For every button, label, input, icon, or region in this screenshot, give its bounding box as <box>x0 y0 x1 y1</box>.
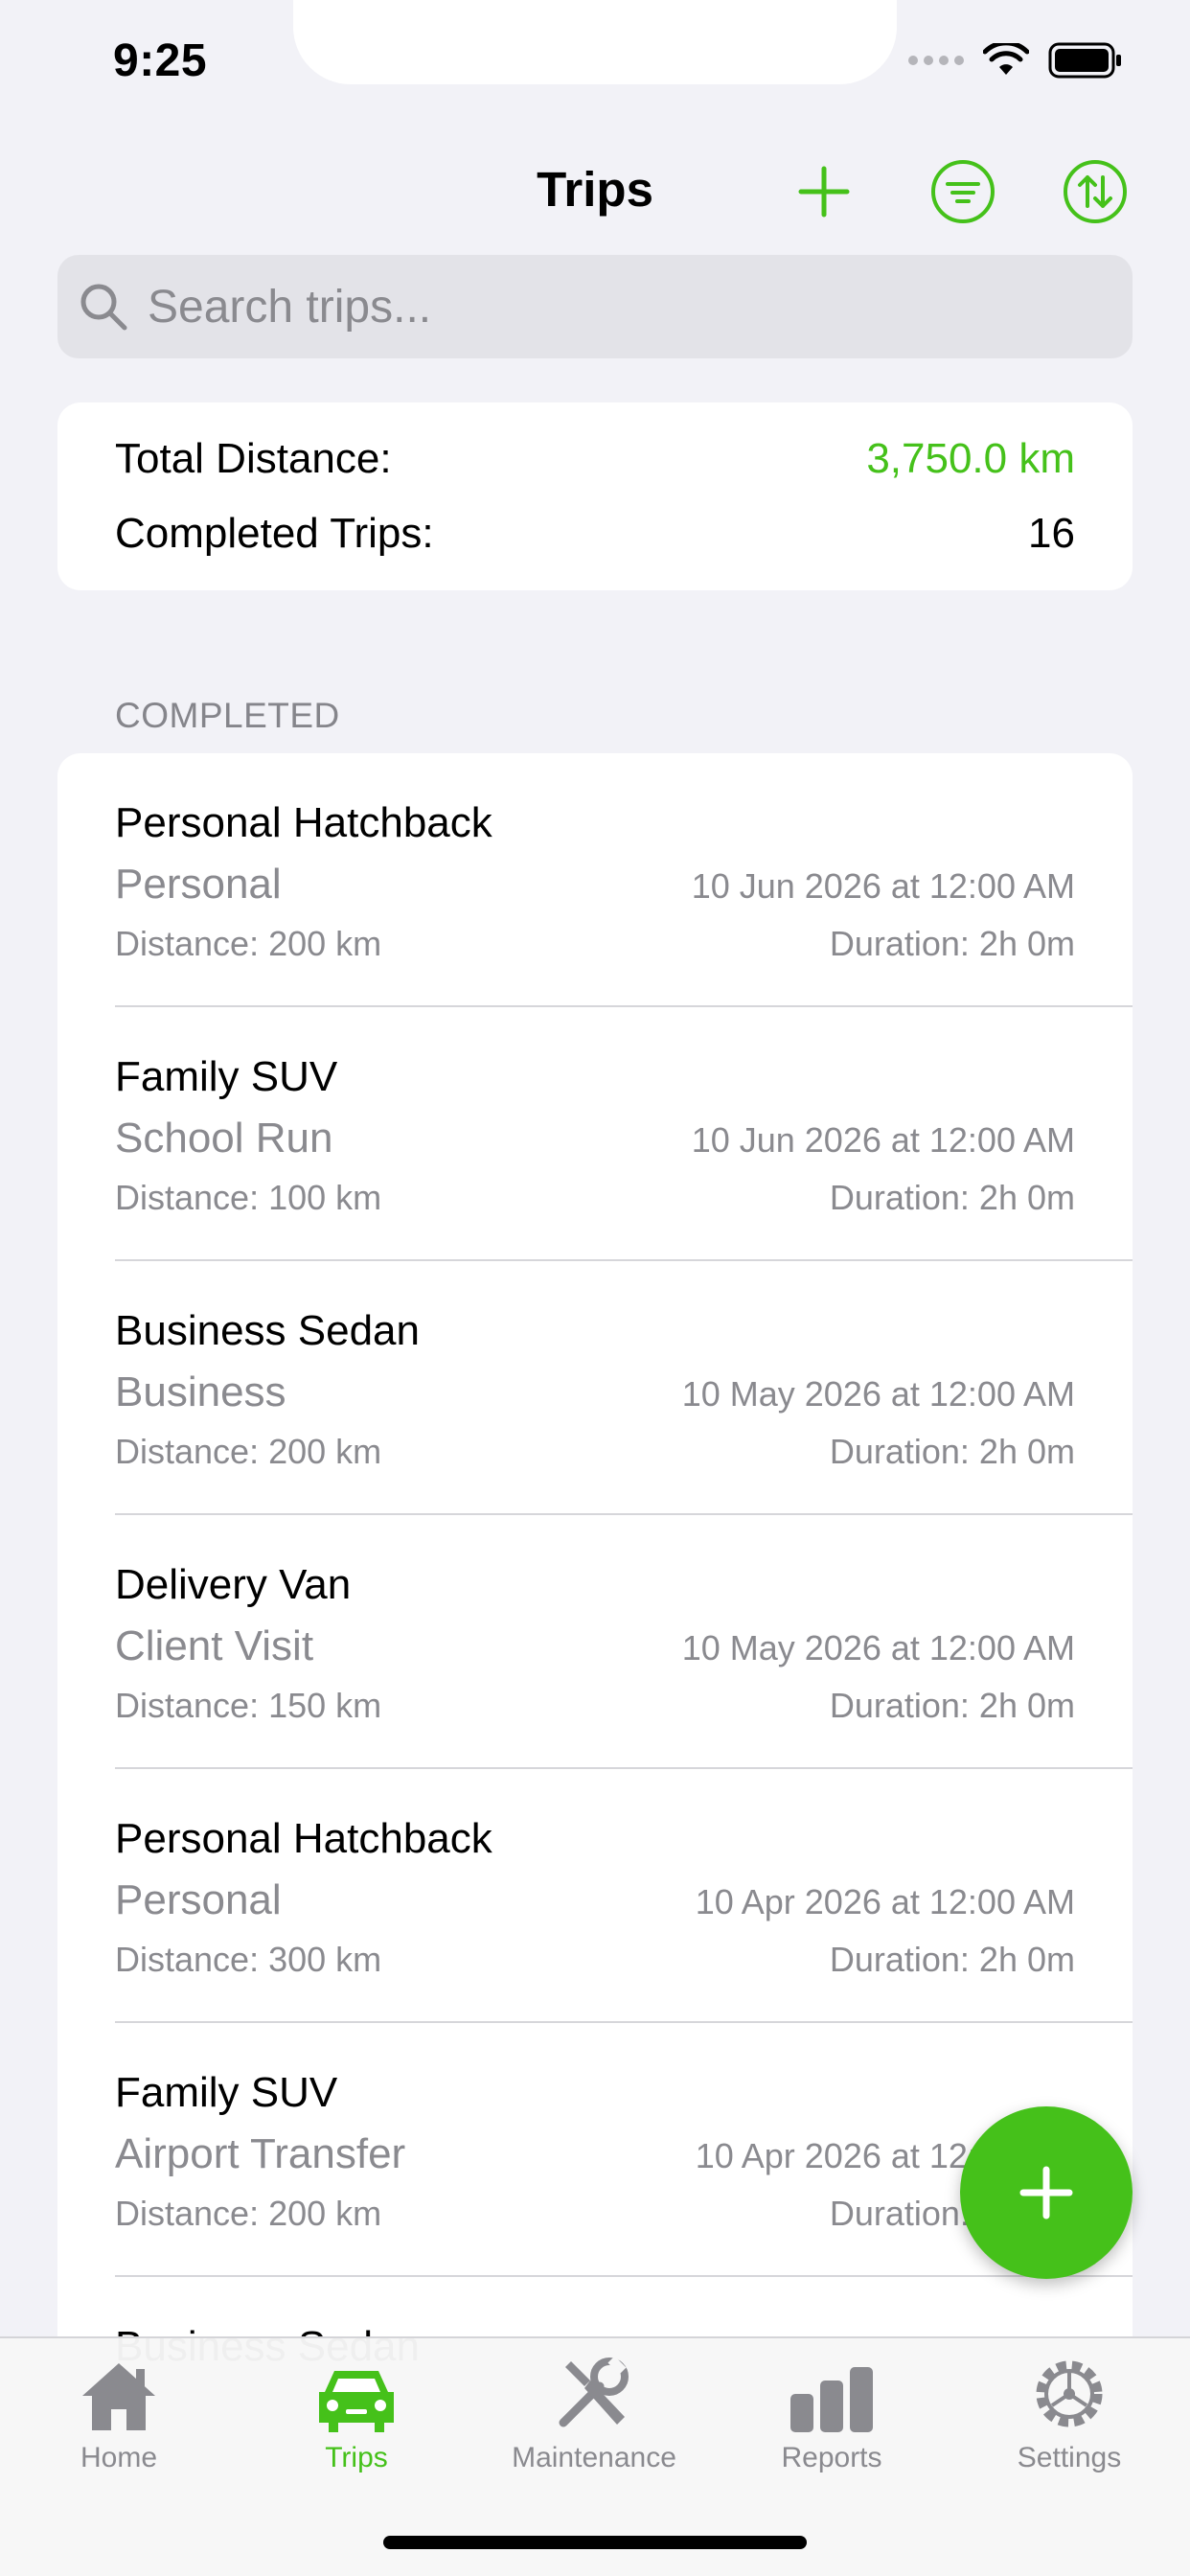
trip-distance: Distance: 200 km <box>115 924 382 963</box>
tab-settings[interactable]: Settings <box>959 2352 1179 2474</box>
status-time: 9:25 <box>113 35 208 86</box>
trip-duration: Duration: 2h 0m <box>829 1940 1075 1979</box>
notch <box>293 0 897 84</box>
trip-distance: Distance: 150 km <box>115 1686 382 1725</box>
trip-vehicle: Delivery Van <box>115 1561 352 1608</box>
phone-screen: 9:25 Trips Search trips... Total Distanc… <box>0 0 1190 2576</box>
tab-label: Trips <box>325 2442 388 2473</box>
trip-duration: Duration: 2h 0m <box>829 1686 1075 1725</box>
trip-date: 10 May 2026 at 12:00 AM <box>681 1374 1075 1414</box>
total-distance-row: Total Distance: 3,750.0 km <box>115 435 1075 483</box>
total-distance-label: Total Distance: <box>115 435 392 482</box>
tab-label: Reports <box>781 2442 882 2473</box>
trip-date: 10 Apr 2026 at 12:00 AM <box>695 1882 1075 1921</box>
tab-maintenance[interactable]: Maintenance <box>484 2352 704 2474</box>
wrench-screwdriver-icon <box>559 2356 629 2427</box>
trip-vehicle: Personal Hatchback <box>115 799 492 846</box>
gear-icon <box>1036 2360 1103 2427</box>
search-icon <box>80 284 127 331</box>
section-header: COMPLETED <box>115 696 340 735</box>
tab-label: Home <box>80 2442 158 2473</box>
add-trip-button[interactable] <box>786 153 862 230</box>
page-title: Trips <box>537 162 653 217</box>
trip-distance: Distance: 200 km <box>115 1432 382 1471</box>
filter-button[interactable] <box>925 153 1001 230</box>
plus-icon <box>1019 2166 1073 2220</box>
house-icon <box>82 2363 155 2430</box>
plus-icon <box>798 166 850 218</box>
trip-purpose: Business <box>115 1368 286 1415</box>
trip-purpose: Personal <box>115 861 282 908</box>
trip-date: 10 Jun 2026 at 12:00 AM <box>691 1120 1075 1160</box>
trip-vehicle: Business Sedan <box>115 1307 420 1354</box>
home-indicator <box>383 2536 807 2549</box>
tab-home[interactable]: Home <box>9 2352 229 2474</box>
filter-circle-icon <box>931 160 995 223</box>
total-distance-value: 3,750.0 km <box>866 435 1075 482</box>
search-placeholder: Search trips... <box>148 281 432 333</box>
completed-trips-label: Completed Trips: <box>115 510 434 557</box>
summary-card: Total Distance: 3,750.0 km Completed Tri… <box>57 402 1133 590</box>
sort-arrows-icon <box>1064 160 1127 223</box>
cellular-signal-icon <box>908 56 964 65</box>
trip-row[interactable]: Business Sedan Business Distance: 200 km… <box>57 1261 1133 1515</box>
completed-trips-value: 16 <box>1028 510 1075 557</box>
trip-purpose: Personal <box>115 1876 282 1923</box>
tab-label: Settings <box>1017 2442 1122 2473</box>
search-field[interactable]: Search trips... <box>57 255 1133 358</box>
trip-duration: Duration: 2h 0m <box>829 1178 1075 1217</box>
tab-label: Maintenance <box>512 2442 676 2473</box>
trip-list: Personal Hatchback Personal Distance: 20… <box>57 753 1133 2382</box>
trip-row[interactable]: Family SUV School Run Distance: 100 km 1… <box>57 1007 1133 1261</box>
completed-trips-row: Completed Trips: 16 <box>115 510 1075 558</box>
trip-row[interactable]: Personal Hatchback Personal Distance: 30… <box>57 1769 1133 2023</box>
trip-duration: Duration: 2h 0m <box>829 1432 1075 1471</box>
add-trip-fab[interactable] <box>960 2106 1133 2279</box>
tab-trips[interactable]: Trips <box>246 2352 467 2474</box>
trip-vehicle: Family SUV <box>115 1053 338 1100</box>
tab-reports[interactable]: Reports <box>721 2352 942 2474</box>
trip-vehicle: Family SUV <box>115 2069 338 2116</box>
trip-purpose: Airport Transfer <box>115 2130 406 2177</box>
sort-button[interactable] <box>1057 153 1133 230</box>
trip-purpose: School Run <box>115 1115 333 1162</box>
trip-duration: Duration: 2h 0m <box>829 924 1075 963</box>
trip-row[interactable]: Delivery Van Client Visit Distance: 150 … <box>57 1515 1133 1769</box>
trip-distance: Distance: 300 km <box>115 1940 382 1979</box>
battery-icon <box>1048 42 1121 79</box>
trip-date: 10 Jun 2026 at 12:00 AM <box>691 866 1075 906</box>
wifi-icon <box>983 43 1029 75</box>
trip-distance: Distance: 200 km <box>115 2194 382 2233</box>
status-indicators <box>908 42 1123 79</box>
bar-chart-icon <box>790 2367 873 2432</box>
trip-purpose: Client Visit <box>115 1622 314 1669</box>
car-icon <box>319 2371 394 2432</box>
trip-row[interactable]: Personal Hatchback Personal Distance: 20… <box>57 753 1133 1007</box>
trip-date: 10 May 2026 at 12:00 AM <box>681 1628 1075 1668</box>
trip-distance: Distance: 100 km <box>115 1178 382 1217</box>
trip-vehicle: Personal Hatchback <box>115 1815 492 1862</box>
